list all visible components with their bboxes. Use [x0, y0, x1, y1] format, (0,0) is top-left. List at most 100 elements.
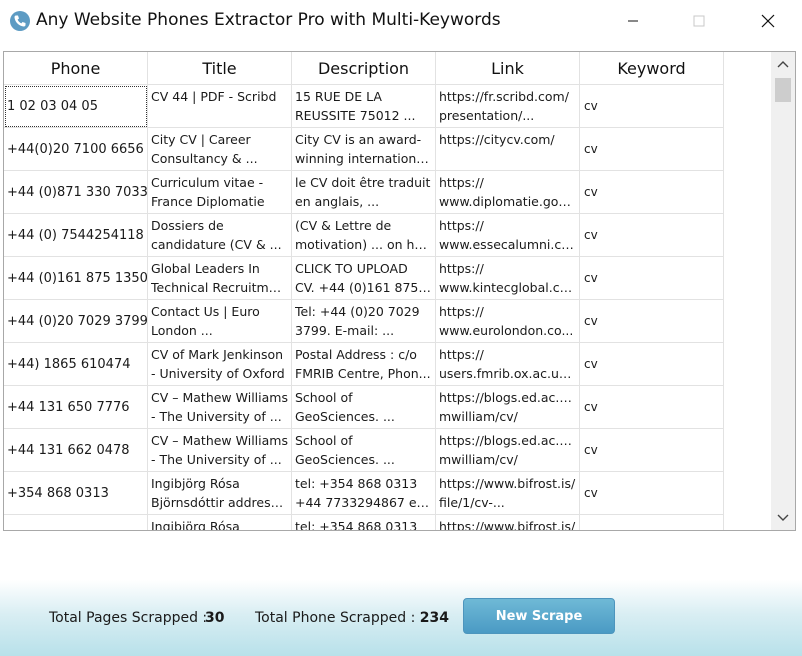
description-cell[interactable]: tel: +354 868 0313: [292, 515, 436, 530]
title-cell[interactable]: Curriculum vitae - France Diplomatie: [148, 171, 292, 214]
link-cell[interactable]: https:// www.diplomatie.gou...: [436, 171, 580, 214]
keyword-cell[interactable]: cv: [580, 386, 724, 429]
description-cell[interactable]: School of GeoSciences. ...: [292, 429, 436, 472]
keyword-cell[interactable]: cv: [580, 343, 724, 386]
title-cell[interactable]: Ingibjörg Rósa Björnsdóttir address:...: [148, 472, 292, 515]
link-cell[interactable]: https://citycv.com/: [436, 128, 580, 171]
keyword-cell[interactable]: cv: [580, 300, 724, 343]
grid-rows: 1 02 03 04 05 CV 44 | PDF - Scribd 15 RUE …: [4, 85, 724, 531]
title-cell-line: - The University of ...: [151, 452, 282, 467]
description-cell[interactable]: CLICK TO UPLOAD CV. +44 (0)161 875 ...: [292, 257, 436, 300]
table-row[interactable]: +44(0)20 7100 6656 City CV | Career Consul…: [4, 128, 724, 171]
title-cell[interactable]: CV 44 | PDF - Scribd: [148, 85, 292, 128]
table-row[interactable]: +354 868 0313 Ingibjörg Rósa Björnsdóttir …: [4, 472, 724, 515]
link-cell-line: www.kintecglobal.co...: [439, 280, 576, 295]
phone-cell[interactable]: +44 (0)161 875 1350: [4, 257, 148, 300]
title-cell-line: France Diplomatie: [151, 194, 265, 209]
total-pages-label: Total Pages Scrapped :: [49, 610, 208, 626]
vertical-scrollbar[interactable]: [771, 52, 795, 530]
description-cell-line: +44 7733294867 e-...: [295, 495, 432, 510]
column-header-phone[interactable]: Phone: [4, 52, 148, 85]
title-cell-line: Global Leaders In: [151, 261, 260, 276]
link-cell[interactable]: https://blogs.ed.ac.uk/mwilliam/cv/: [436, 429, 580, 472]
link-cell[interactable]: https://www.bifrost.is/file/1/cv-...: [436, 472, 580, 515]
title-cell[interactable]: CV – Mathew Williams - The University of …: [148, 386, 292, 429]
table-row[interactable]: +44 (0)20 7029 3799 Contact Us | Euro Lond…: [4, 300, 724, 343]
description-cell-line: City CV is an award-: [295, 132, 422, 147]
phone-cell[interactable]: +44) 1865 610474: [4, 343, 148, 386]
title-cell-line: Curriculum vitae -: [151, 175, 264, 190]
table-row[interactable]: +44 (0)161 875 1350 Global Leaders In Tech…: [4, 257, 724, 300]
link-cell[interactable]: https:// users.fmrib.ox.ac.uk/...: [436, 343, 580, 386]
description-cell[interactable]: tel: +354 868 0313 +44 7733294867 e-...: [292, 472, 436, 515]
link-cell-line: mwilliam/cv/: [439, 452, 518, 467]
title-cell-line: - The University of ...: [151, 409, 282, 424]
description-cell[interactable]: Postal Address : c/o FMRIB Centre, Phon..…: [292, 343, 436, 386]
description-cell[interactable]: Tel: +44 (0)20 7029 3799. E-mail: ...: [292, 300, 436, 343]
description-cell[interactable]: (CV & Lettre de motivation) ... on he...: [292, 214, 436, 257]
description-cell[interactable]: School of GeoSciences. ...: [292, 386, 436, 429]
column-header-description[interactable]: Description: [292, 52, 436, 85]
phone-cell[interactable]: +354 868 0313: [4, 472, 148, 515]
keyword-cell[interactable]: [580, 515, 724, 530]
minimize-button[interactable]: [610, 6, 656, 36]
keyword-cell[interactable]: cv: [580, 85, 724, 128]
column-header-title[interactable]: Title: [148, 52, 292, 85]
scroll-thumb[interactable]: [775, 78, 791, 102]
results-grid[interactable]: Phone Title Description Link Keyword 1 0…: [3, 51, 796, 531]
link-cell[interactable]: https:// www.kintecglobal.co...: [436, 257, 580, 300]
maximize-button[interactable]: [676, 6, 722, 36]
description-cell-line: Postal Address : c/o: [295, 347, 417, 362]
link-cell[interactable]: https://www.bifrost.is/: [436, 515, 580, 531]
link-cell[interactable]: https://fr.scribd.com/presentation/...: [436, 85, 580, 128]
table-row[interactable]: +44 (0) 7544254118 Dossiers de candidature…: [4, 214, 724, 257]
window-title: Any Website Phones Extractor Pro with Mu…: [36, 10, 501, 30]
phone-cell[interactable]: +44 131 662 0478: [4, 429, 148, 472]
column-header-link[interactable]: Link: [436, 52, 580, 85]
new-scrape-button[interactable]: New Scrape: [463, 598, 615, 634]
description-cell[interactable]: le CV doit être traduit en anglais, ...: [292, 171, 436, 214]
keyword-cell[interactable]: cv: [580, 128, 724, 171]
link-cell[interactable]: https:// www.eurolondon.co...: [436, 300, 580, 343]
scroll-up-icon[interactable]: [771, 52, 795, 76]
footer-bar: Total Pages Scrapped : 30 Total Phone Sc…: [0, 580, 802, 656]
phone-cell[interactable]: +44 (0)20 7029 3799: [4, 300, 148, 343]
keyword-cell[interactable]: cv: [580, 171, 724, 214]
description-cell[interactable]: 15 RUE DE LA REUSSITE 75012 ...: [292, 85, 436, 128]
table-row[interactable]: Ingibjörg Rósa tel: +354 868 0313 https://…: [4, 515, 724, 531]
link-cell-line: https://www.bifrost.is/: [439, 519, 576, 531]
description-cell-line: Tel: +44 (0)20 7029: [295, 304, 420, 319]
table-row[interactable]: +44 131 662 0478 CV – Mathew Williams - Th…: [4, 429, 724, 472]
table-row[interactable]: +44) 1865 610474 CV of Mark Jenkinson - Un…: [4, 343, 724, 386]
title-cell[interactable]: Dossiers de candidature (CV & ...: [148, 214, 292, 257]
keyword-cell[interactable]: cv: [580, 429, 724, 472]
keyword-cell[interactable]: cv: [580, 214, 724, 257]
keyword-cell[interactable]: cv: [580, 257, 724, 300]
close-button[interactable]: [745, 6, 791, 36]
column-header-keyword[interactable]: Keyword: [580, 52, 724, 85]
scroll-down-icon[interactable]: [771, 506, 795, 530]
phone-cell[interactable]: 1 02 03 04 05: [4, 85, 148, 128]
keyword-cell[interactable]: cv: [580, 472, 724, 515]
phone-cell[interactable]: [4, 515, 148, 530]
title-cell[interactable]: CV – Mathew Williams - The University of …: [148, 429, 292, 472]
phone-cell[interactable]: +44(0)20 7100 6656: [4, 128, 148, 171]
title-cell[interactable]: Ingibjörg Rósa: [148, 515, 292, 530]
description-cell-line: winning internationa...: [295, 151, 432, 166]
title-cell[interactable]: CV of Mark Jenkinson - University of Oxfo…: [148, 343, 292, 386]
phone-cell[interactable]: +44 (0) 7544254118: [4, 214, 148, 257]
table-row[interactable]: +44 131 650 7776 CV – Mathew Williams - Th…: [4, 386, 724, 429]
title-cell[interactable]: City CV | Career Consultancy & ...: [148, 128, 292, 171]
title-cell[interactable]: Contact Us | Euro London ...: [148, 300, 292, 343]
table-row[interactable]: +44 (0)871 330 7033 Curriculum vitae - Fra…: [4, 171, 724, 214]
description-cell-line: le CV doit être traduit: [295, 175, 431, 190]
table-row[interactable]: 1 02 03 04 05 CV 44 | PDF - Scribd 15 RUE …: [4, 85, 724, 128]
description-cell[interactable]: City CV is an award-winning internationa…: [292, 128, 436, 171]
description-cell-line: GeoSciences. ...: [295, 409, 395, 424]
phone-cell[interactable]: +44 131 650 7776: [4, 386, 148, 429]
link-cell[interactable]: https://blogs.ed.ac.uk/mwilliam/cv/: [436, 386, 580, 429]
link-cell[interactable]: https:// www.essecalumni.co...: [436, 214, 580, 257]
phone-cell[interactable]: +44 (0)871 330 7033: [4, 171, 148, 214]
description-cell-line: 15 RUE DE LA: [295, 89, 382, 104]
title-cell[interactable]: Global Leaders In Technical Recruitme...: [148, 257, 292, 300]
